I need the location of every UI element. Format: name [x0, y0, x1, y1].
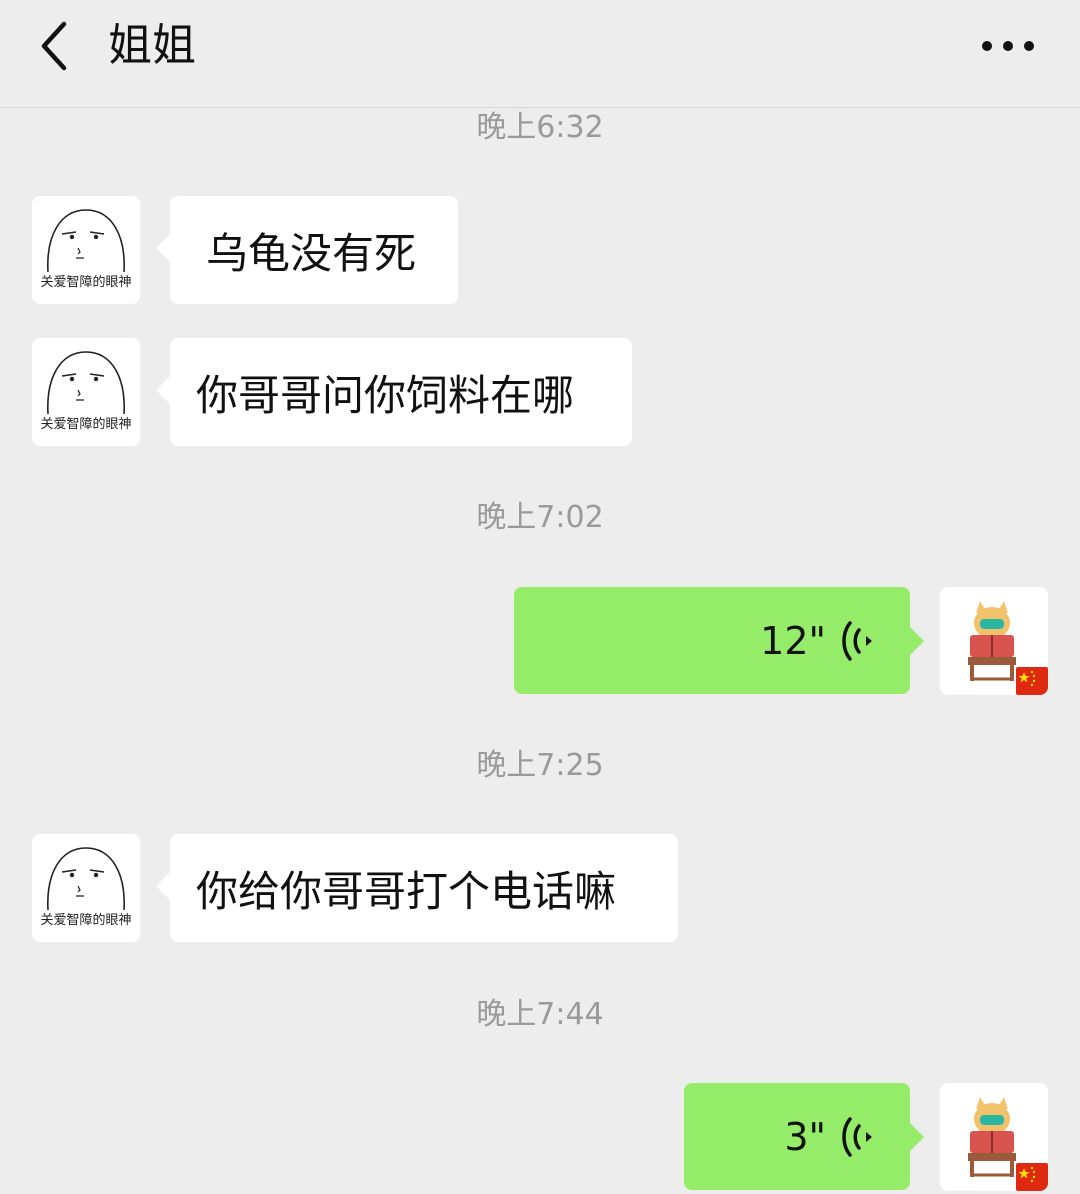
- china-flag-icon: [1016, 667, 1048, 695]
- message-timestamp: 晚上6:32: [476, 110, 604, 145]
- voice-duration: 3": [784, 1114, 826, 1159]
- incoming-message-bubble[interactable]: 你给你哥哥打个电话嘛: [156, 834, 678, 942]
- message-timestamp: 晚上7:02: [476, 500, 604, 535]
- message-text: 乌龟没有死: [206, 228, 417, 278]
- contact-avatar[interactable]: 关爱智障的眼神: [32, 196, 140, 304]
- message-timestamp: 晚上7:44: [476, 997, 604, 1032]
- message-text: 你哥哥问你饲料在哪: [196, 370, 575, 420]
- voice-wave-icon: [842, 620, 872, 661]
- avatar-caption: 关爱智障的眼神: [40, 417, 132, 432]
- voice-duration: 12": [760, 618, 826, 663]
- china-flag-icon: [1016, 1163, 1048, 1191]
- voice-message-bubble[interactable]: 12": [514, 587, 924, 694]
- chat-title: 姐姐: [108, 20, 196, 71]
- more-options-button[interactable]: [976, 22, 1040, 70]
- avatar-caption: 关爱智障的眼神: [40, 275, 132, 290]
- back-button[interactable]: [26, 18, 82, 74]
- contact-avatar[interactable]: 关爱智障的眼神: [32, 338, 140, 446]
- avatar-caption: 关爱智障的眼神: [40, 913, 132, 928]
- incoming-message-bubble[interactable]: 你哥哥问你饲料在哪: [156, 338, 632, 446]
- more-dots-icon: [982, 41, 1034, 51]
- message-text: 你给你哥哥打个电话嘛: [196, 866, 617, 916]
- contact-avatar[interactable]: 关爱智障的眼神: [32, 834, 140, 942]
- my-avatar[interactable]: [940, 1083, 1048, 1191]
- chat-header: 姐姐: [0, 0, 1080, 108]
- message-timestamp: 晚上7:25: [476, 748, 604, 783]
- chevron-left-icon: [41, 21, 67, 71]
- voice-message-bubble[interactable]: 3": [684, 1083, 924, 1190]
- incoming-message-bubble[interactable]: 乌龟没有死: [156, 196, 458, 304]
- my-avatar[interactable]: [940, 587, 1048, 695]
- voice-wave-icon: [842, 1116, 872, 1157]
